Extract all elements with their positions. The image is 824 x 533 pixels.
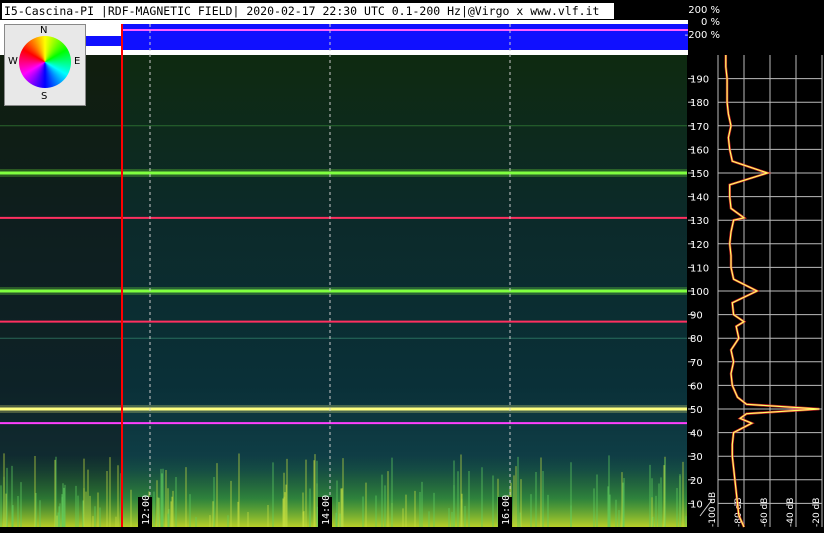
direction-scale-label: 0 %: [701, 17, 720, 28]
frequency-tick-label: 20: [690, 476, 703, 487]
direction-scale-label: 200 %: [688, 5, 720, 16]
level-tick-label: -100 dB: [708, 492, 718, 527]
frequency-tick-label: 120: [690, 240, 709, 251]
compass-north-label: N: [40, 25, 48, 36]
level-tick-label: -60 dB: [760, 498, 770, 527]
frequency-tick-label: 40: [690, 429, 703, 440]
frequency-tick-label: 150: [690, 169, 709, 180]
frequency-tick-label: 180: [690, 98, 709, 109]
frequency-tick-label: 130: [690, 216, 709, 227]
direction-color-wheel: [19, 36, 71, 88]
time-tick-label: 12:00: [141, 495, 152, 525]
low-frequency-noise: [0, 455, 688, 527]
chart-canvas: 12:00 14:00 16:00 200 %0 % -200 % 10 20 30 40 50 6…: [0, 0, 824, 529]
spectrogram-display: 12:00 14:00 16:00 200 % 0 % -200 % 10 20 30 40 50 6…: [0, 0, 824, 529]
frequency-tick-label: 60: [690, 381, 703, 392]
level-tick-label: -40 dB: [786, 498, 796, 527]
frequency-tick-label: 90: [690, 311, 703, 322]
direction-band-left: [85, 36, 122, 46]
frequency-tick-label: 80: [690, 334, 703, 345]
time-tick-label: 16:00: [501, 495, 512, 525]
frequency-tick-label: 160: [690, 145, 709, 156]
level-tick-label: -20 dB: [812, 498, 822, 527]
direction-band: [122, 24, 688, 50]
compass-rose: N S E W: [4, 24, 86, 106]
frequency-tick-label: 140: [690, 193, 709, 204]
frequency-tick-label: 50: [690, 405, 703, 416]
compass-west-label: W: [8, 56, 18, 67]
frequency-tick-label: 100: [690, 287, 709, 298]
compass-east-label: E: [74, 56, 81, 67]
frequency-tick-label: 10: [690, 499, 703, 510]
frequency-tick-label: 190: [690, 75, 709, 86]
direction-band-trace: [122, 29, 688, 31]
time-tick-label: 14:00: [321, 495, 332, 525]
direction-band-separator: [0, 50, 688, 55]
frequency-tick-label: 70: [690, 358, 703, 369]
frequency-tick-label: 110: [690, 263, 709, 274]
frequency-tick-label: 170: [690, 122, 709, 133]
chart-title: I5-Cascina-PI |RDF-MAGNETIC FIELD| 2020-…: [2, 3, 614, 19]
direction-scale-label: -200 %: [685, 30, 720, 41]
frequency-tick-label: 30: [690, 452, 703, 463]
compass-south-label: S: [41, 91, 48, 102]
